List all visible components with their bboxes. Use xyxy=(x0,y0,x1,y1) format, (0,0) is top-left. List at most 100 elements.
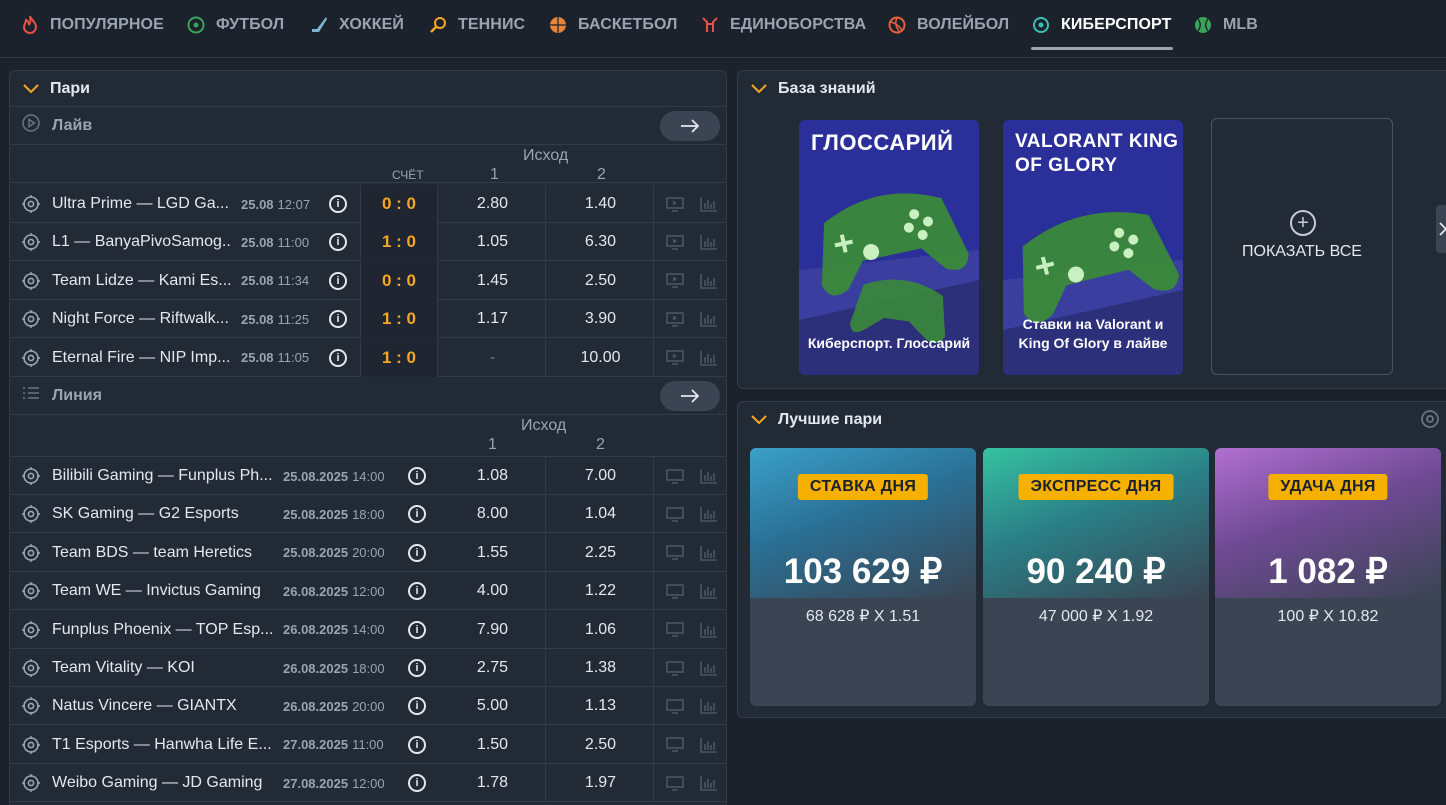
info-button[interactable]: i xyxy=(406,764,428,802)
odds-2[interactable]: 1.40 xyxy=(548,185,654,223)
tv-icon[interactable] xyxy=(666,764,686,802)
odds-1[interactable]: 1.17 xyxy=(440,300,546,339)
odds-2[interactable]: 1.22 xyxy=(548,572,654,611)
odds-2[interactable]: 7.00 xyxy=(548,457,654,495)
odds-2[interactable]: 1.38 xyxy=(548,649,654,687)
odds-1[interactable]: 5.00 xyxy=(440,687,546,726)
live-stream-icon[interactable] xyxy=(666,339,686,377)
odds-1[interactable]: - xyxy=(440,338,546,377)
nav-item-basketball[interactable]: БАСКЕТБОЛ xyxy=(548,0,678,50)
match-row[interactable]: Team WE — Invictus Gaming 26.08.2025 12:00… xyxy=(10,572,726,611)
odds-2[interactable]: 2.25 xyxy=(548,533,654,572)
stats-icon[interactable] xyxy=(700,223,720,261)
match-row[interactable]: Funplus Phoenix — TOP Esp... 26.08.2025 14… xyxy=(10,610,726,649)
nav-item-esports[interactable]: КИБЕРСПОРТ xyxy=(1031,0,1174,50)
info-button[interactable]: i xyxy=(406,649,428,687)
show-all-button[interactable]: + ПОКАЗАТЬ ВСЕ xyxy=(1211,118,1393,375)
stats-icon[interactable] xyxy=(700,726,720,764)
tv-icon[interactable] xyxy=(666,457,686,495)
odds-1[interactable]: 1.50 xyxy=(440,725,546,764)
live-open-button[interactable] xyxy=(660,111,720,141)
match-row[interactable]: Team BDS — team Heretics 25.08.2025 20:00 i… xyxy=(10,533,726,572)
nav-item-martial-arts[interactable]: ЕДИНОБОРСТВА xyxy=(700,0,866,50)
stats-icon[interactable] xyxy=(700,764,720,802)
stats-icon[interactable] xyxy=(700,339,720,377)
nav-item-hockey[interactable]: ХОККЕЙ xyxy=(309,0,404,50)
match-row[interactable]: Team Lidze — Kami Es... 25.08 11:34 i 0 : 01… xyxy=(10,261,726,300)
stats-icon[interactable] xyxy=(700,687,720,725)
match-row[interactable]: L1 — BanyaPivoSamog... 25.08 11:00 i 1 : 0 1.… xyxy=(10,223,726,262)
carousel-next-button[interactable] xyxy=(1436,205,1446,253)
match-row[interactable]: Weibo Gaming — JD Gaming 27.08.2025 12:00 i… xyxy=(10,764,726,803)
line-open-button[interactable] xyxy=(660,381,720,411)
stats-icon[interactable] xyxy=(700,457,720,495)
info-button[interactable]: i xyxy=(327,300,349,338)
match-name[interactable]: Team Lidze — Kami Es... xyxy=(52,262,232,300)
stats-icon[interactable] xyxy=(700,534,720,572)
info-button[interactable]: i xyxy=(406,687,428,725)
tv-icon[interactable] xyxy=(666,611,686,649)
odds-1[interactable]: 1.05 xyxy=(440,223,546,262)
odds-1[interactable]: 1.55 xyxy=(440,533,546,572)
match-name[interactable]: Team Vitality — KOI xyxy=(52,649,277,687)
info-button[interactable]: i xyxy=(327,185,349,223)
odds-1[interactable]: 8.00 xyxy=(440,495,546,534)
odds-1[interactable]: 4.00 xyxy=(440,572,546,611)
info-button[interactable]: i xyxy=(327,339,349,377)
match-row[interactable]: Bilibili Gaming — Funplus Ph... 25.08.202… xyxy=(10,457,726,495)
match-name[interactable]: Weibo Gaming — JD Gaming xyxy=(52,764,277,802)
odds-2[interactable]: 6.30 xyxy=(548,223,654,262)
info-button[interactable]: i xyxy=(406,572,428,610)
match-row[interactable]: Night Force — Riftwalk... 25.08 11:25 i 1 : … xyxy=(10,300,726,339)
odds-1[interactable]: 1.08 xyxy=(440,457,546,495)
info-button[interactable]: i xyxy=(406,534,428,572)
knowledge-header[interactable]: База знаний xyxy=(738,71,1446,107)
stats-icon[interactable] xyxy=(700,262,720,300)
match-row[interactable]: Team Vitality — KOI 26.08.2025 18:00 i 2.75 1… xyxy=(10,649,726,687)
match-row[interactable]: Eternal Fire — NIP Imp... 25.08 11:05 i 1 : … xyxy=(10,338,726,377)
tv-icon[interactable] xyxy=(666,495,686,533)
match-name[interactable]: T1 Esports — Hanwha Life E... xyxy=(52,726,277,764)
odds-2[interactable]: 2.50 xyxy=(548,261,654,300)
match-name[interactable]: Eternal Fire — NIP Imp... xyxy=(52,339,232,377)
match-name[interactable]: Night Force — Riftwalk... xyxy=(52,300,232,338)
bets-header[interactable]: Пари xyxy=(10,71,726,107)
info-button[interactable]: i xyxy=(406,611,428,649)
luck-of-day-card[interactable]: УДАЧА ДНЯ 1 082 ₽ 100 ₽ X 10.82 xyxy=(1215,448,1441,706)
stats-icon[interactable] xyxy=(700,495,720,533)
stats-icon[interactable] xyxy=(700,649,720,687)
match-name[interactable]: Ultra Prime — LGD Ga... xyxy=(52,185,232,223)
info-button[interactable]: i xyxy=(327,223,349,261)
odds-1[interactable]: 1.45 xyxy=(440,261,546,300)
nav-item-football[interactable]: ФУТБОЛ xyxy=(186,0,284,50)
odds-2[interactable]: 10.00 xyxy=(548,338,654,377)
odds-1[interactable]: 1.78 xyxy=(440,764,546,803)
info-button[interactable]: i xyxy=(406,457,428,495)
nav-item-popular[interactable]: ПОПУЛЯРНОЕ xyxy=(20,0,164,50)
info-button[interactable]: i xyxy=(406,726,428,764)
match-name[interactable]: Natus Vincere — GIANTX xyxy=(52,687,277,725)
match-row[interactable]: Natus Vincere — GIANTX 26.08.2025 20:00 i 5.… xyxy=(10,687,726,726)
match-name[interactable]: SK Gaming — G2 Esports xyxy=(52,495,277,533)
odds-2[interactable]: 1.97 xyxy=(548,764,654,803)
odds-2[interactable]: 2.50 xyxy=(548,725,654,764)
live-stream-icon[interactable] xyxy=(666,300,686,338)
tv-icon[interactable] xyxy=(666,572,686,610)
info-button[interactable]: i xyxy=(327,262,349,300)
knowledge-card-valorant[interactable]: VALORANT KING OF GLORY Ставки на Valoran… xyxy=(1003,120,1183,375)
live-stream-icon[interactable] xyxy=(666,223,686,261)
match-name[interactable]: Team WE — Invictus Gaming xyxy=(52,572,277,610)
odds-1[interactable]: 2.75 xyxy=(440,649,546,687)
express-of-day-card[interactable]: ЭКСПРЕСС ДНЯ 90 240 ₽ 47 000 ₽ X 1.92 xyxy=(983,448,1209,706)
stats-icon[interactable] xyxy=(700,572,720,610)
knowledge-card-glossary[interactable]: ГЛОССАРИЙ Киберспорт. Глоссарий xyxy=(799,120,979,375)
nav-item-volleyball[interactable]: ВОЛЕЙБОЛ xyxy=(887,0,1009,50)
odds-1[interactable]: 2.80 xyxy=(440,185,546,223)
match-name[interactable]: Team BDS — team Heretics xyxy=(52,534,277,572)
odds-2[interactable]: 1.04 xyxy=(548,495,654,534)
nav-item-mlb[interactable]: MLB xyxy=(1193,0,1258,50)
tv-icon[interactable] xyxy=(666,687,686,725)
stats-icon[interactable] xyxy=(700,611,720,649)
match-name[interactable]: L1 — BanyaPivoSamog... xyxy=(52,223,232,261)
odds-2[interactable]: 1.06 xyxy=(548,610,654,649)
